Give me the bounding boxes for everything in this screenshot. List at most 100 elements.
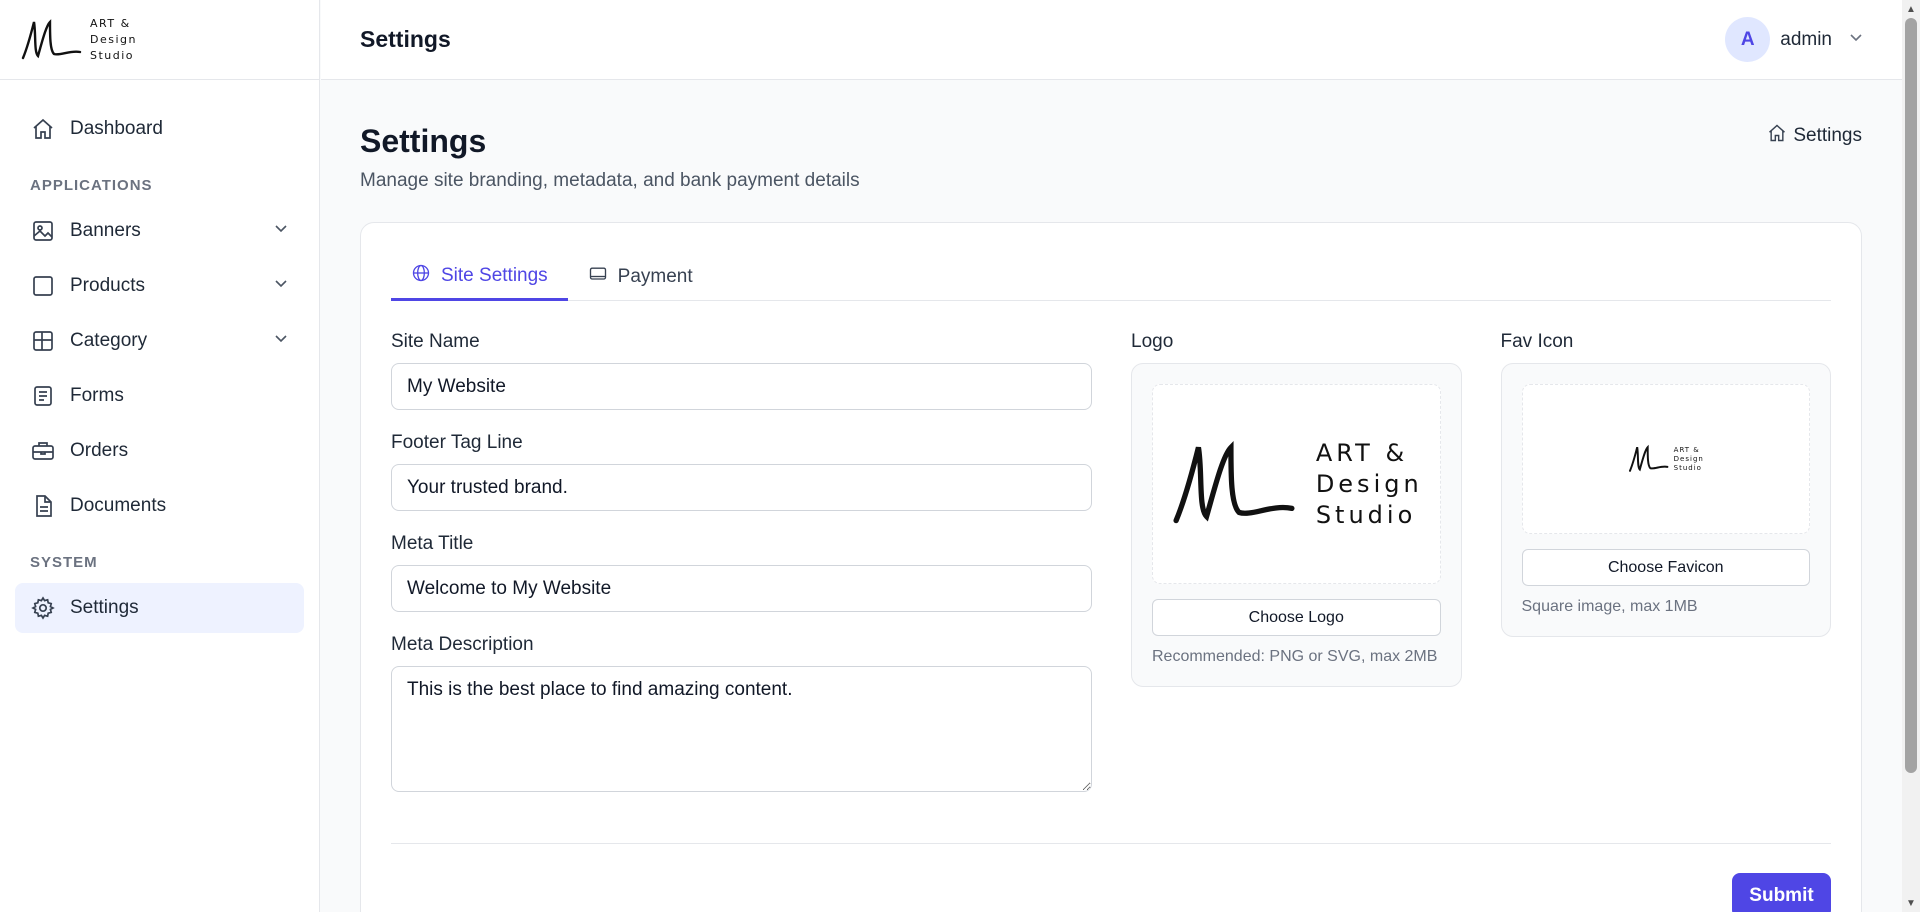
sidebar-item-documents[interactable]: Documents: [15, 481, 304, 531]
sidebar-item-label: Dashboard: [70, 118, 163, 139]
favicon-preview: ART & Design Studio: [1521, 384, 1810, 534]
site-name-label: Site Name: [391, 331, 480, 352]
brand-logo: ART & Design Studio: [20, 16, 137, 64]
form-icon: [30, 383, 56, 409]
chevron-down-icon: [1848, 29, 1864, 50]
favicon-line-1: ART &: [1673, 445, 1700, 454]
logo-line-1: ART &: [1315, 438, 1409, 467]
signature-mark-icon: [1173, 441, 1295, 524]
header-title: Settings: [360, 26, 451, 52]
scroll-down-icon[interactable]: ▼: [1902, 894, 1920, 912]
settings-card: Site Settings Payment Site Name Footer T…: [360, 222, 1862, 912]
sidebar-item-dashboard[interactable]: Dashboard: [15, 104, 304, 154]
user-menu[interactable]: A admin: [1725, 17, 1864, 62]
favicon-line-3: Studio: [1673, 463, 1702, 472]
footer-tag-line-field: Footer Tag Line: [391, 432, 1092, 511]
page-header: Settings Manage site branding, metadata,…: [360, 81, 1862, 221]
sidebar-item-label: Banners: [70, 220, 141, 241]
site-name-input[interactable]: [391, 363, 1092, 410]
sidebar: ART & Design Studio Dashboard APPLICATIO…: [0, 0, 320, 912]
choose-favicon-button[interactable]: Choose Favicon: [1521, 549, 1810, 586]
brand-line-3: Studio: [90, 48, 135, 62]
grid-icon: [30, 328, 56, 354]
favicon-upload: Fav Icon ART & Design Studio Choose Favi…: [1500, 331, 1831, 819]
meta-description-input[interactable]: This is the best place to find amazing c…: [391, 666, 1092, 792]
brand-line-1: ART &: [90, 16, 131, 30]
top-header: Settings A admin: [321, 0, 1902, 80]
home-icon: [1767, 123, 1787, 149]
favicon-upload-box: ART & Design Studio Choose Favicon Squar…: [1500, 363, 1831, 637]
gear-icon: [30, 595, 56, 621]
logo-text: ART & Design Studio: [1316, 438, 1423, 531]
brand-text: ART & Design Studio: [90, 16, 137, 64]
card-icon: [588, 264, 608, 290]
sidebar-item-settings[interactable]: Settings: [15, 583, 304, 633]
brand-line-2: Design: [90, 32, 137, 46]
logo-label: Logo: [1131, 331, 1174, 352]
page-title: Settings: [360, 123, 487, 159]
section-system: SYSTEM: [30, 554, 98, 571]
square-icon: [30, 273, 56, 299]
tab-payment[interactable]: Payment: [568, 253, 713, 301]
main-content: Settings Manage site branding, metadata,…: [321, 81, 1902, 912]
logo-upload-box: ART & Design Studio Choose Logo Recommen…: [1131, 363, 1462, 687]
sidebar-item-category[interactable]: Category: [15, 316, 304, 366]
breadcrumb-label: Settings: [1793, 125, 1862, 146]
logo-preview: ART & Design Studio: [1152, 384, 1441, 584]
sidebar-nav: Dashboard APPLICATIONS Banners Products: [0, 80, 319, 633]
tab-label: Payment: [617, 266, 693, 287]
sidebar-item-label: Settings: [70, 597, 139, 618]
sidebar-item-orders[interactable]: Orders: [15, 426, 304, 476]
meta-title-label: Meta Title: [391, 533, 474, 554]
image-icon: [30, 218, 56, 244]
logo-hint: Recommended: PNG or SVG, max 2MB: [1152, 648, 1438, 665]
meta-description-field: Meta Description This is the best place …: [391, 634, 1092, 797]
footer-tag-line-input[interactable]: [391, 464, 1092, 511]
form-divider: [391, 843, 1831, 844]
signature-mark-icon: [1628, 444, 1669, 472]
logo-image: ART & Design Studio: [1170, 432, 1423, 536]
logo-line-3: Studio: [1315, 500, 1417, 529]
chevron-down-icon: [273, 330, 289, 352]
tab-label: Site Settings: [441, 264, 548, 286]
scroll-up-icon[interactable]: ▲: [1902, 0, 1920, 18]
home-icon: [30, 116, 56, 142]
favicon-image: ART & Design Studio: [1628, 443, 1704, 475]
tab-site-settings[interactable]: Site Settings: [391, 253, 568, 301]
logo-upload: Logo ART & Design Studio Choose Logo Rec…: [1131, 331, 1462, 819]
favicon-hint: Square image, max 1MB: [1521, 598, 1698, 615]
chevron-down-icon: [273, 275, 289, 297]
site-settings-form: Site Name Footer Tag Line Meta Title Met…: [391, 331, 1831, 819]
text-fields-column: Site Name Footer Tag Line Meta Title Met…: [391, 331, 1092, 819]
footer-tag-line-label: Footer Tag Line: [391, 432, 523, 453]
site-name-field: Site Name: [391, 331, 1092, 410]
user-name: admin: [1780, 28, 1832, 50]
submit-button[interactable]: Submit: [1732, 873, 1831, 912]
tab-bar: Site Settings Payment: [391, 253, 1831, 301]
meta-description-label: Meta Description: [391, 634, 534, 655]
sidebar-item-products[interactable]: Products: [15, 261, 304, 311]
globe-icon: [411, 263, 431, 289]
choose-logo-button[interactable]: Choose Logo: [1152, 599, 1441, 636]
signature-mark-icon: [21, 18, 82, 59]
sidebar-item-forms[interactable]: Forms: [15, 371, 304, 421]
favicon-text: ART & Design Studio: [1674, 446, 1704, 473]
avatar: A: [1725, 17, 1771, 62]
sidebar-item-label: Documents: [70, 495, 167, 516]
sidebar-item-banners[interactable]: Banners: [15, 206, 304, 256]
scrollbar-thumb[interactable]: [1905, 18, 1917, 773]
breadcrumb[interactable]: Settings: [1767, 123, 1862, 149]
section-applications: APPLICATIONS: [30, 177, 153, 194]
scrollbar[interactable]: ▲ ▼: [1902, 0, 1920, 912]
page-subtitle: Manage site branding, metadata, and bank…: [360, 170, 860, 191]
brand[interactable]: ART & Design Studio: [0, 0, 319, 80]
sidebar-item-label: Orders: [70, 440, 129, 461]
document-icon: [30, 493, 56, 519]
favicon-label: Fav Icon: [1500, 331, 1574, 352]
chevron-down-icon: [273, 220, 289, 242]
sidebar-item-label: Category: [70, 330, 148, 351]
meta-title-field: Meta Title: [391, 533, 1092, 612]
logo-line-2: Design: [1315, 469, 1423, 498]
meta-title-input[interactable]: [391, 565, 1092, 612]
favicon-line-2: Design: [1673, 454, 1704, 463]
